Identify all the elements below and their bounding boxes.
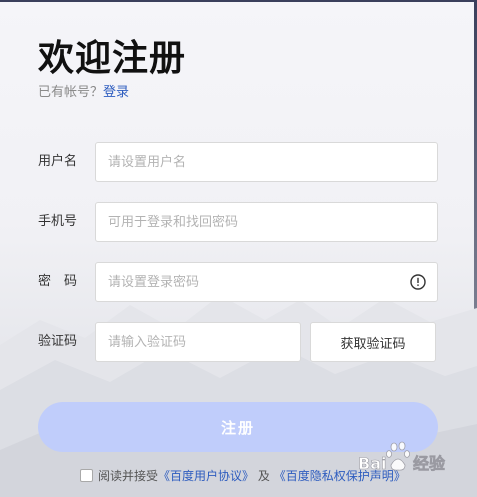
agreement-connector: 及 xyxy=(257,469,270,483)
agreement-row: 阅读并接受《百度用户协议》 及 《百度隐私权保护声明》 xyxy=(80,467,406,485)
verify-code-input[interactable] xyxy=(95,322,301,362)
phone-row: 手机号 xyxy=(0,202,477,242)
svg-text:经验: 经验 xyxy=(413,454,446,473)
page-title: 欢迎注册 xyxy=(38,38,187,79)
phone-label: 手机号 xyxy=(38,214,78,229)
login-prompt-text: 已有帐号？ xyxy=(38,85,104,100)
agreement-prefix: 阅读并接受 xyxy=(98,469,159,483)
login-prompt-line: 已有帐号？登录 xyxy=(38,84,129,102)
svg-text:Bai: Bai xyxy=(358,454,386,473)
baidu-jingyan-watermark-logo: Bai 经验 xyxy=(358,441,446,473)
user-agreement-link[interactable]: 《百度用户协议》 xyxy=(158,469,254,483)
username-label: 用户名 xyxy=(38,154,78,169)
login-link[interactable]: 登录 xyxy=(103,85,129,100)
username-row: 用户名 xyxy=(0,142,477,182)
agreement-checkbox[interactable] xyxy=(80,469,93,482)
phone-input[interactable] xyxy=(95,202,438,242)
get-verify-code-button[interactable]: 获取验证码 xyxy=(310,322,436,362)
password-input[interactable] xyxy=(95,262,438,302)
info-circle-icon[interactable] xyxy=(410,274,426,290)
window-top-edge xyxy=(0,0,477,2)
password-row: 密 码 xyxy=(0,262,477,302)
verify-code-label: 验证码 xyxy=(38,334,78,349)
password-label: 密 码 xyxy=(38,274,78,289)
username-input[interactable] xyxy=(95,142,438,182)
verify-code-row: 验证码 获取验证码 xyxy=(0,322,477,362)
